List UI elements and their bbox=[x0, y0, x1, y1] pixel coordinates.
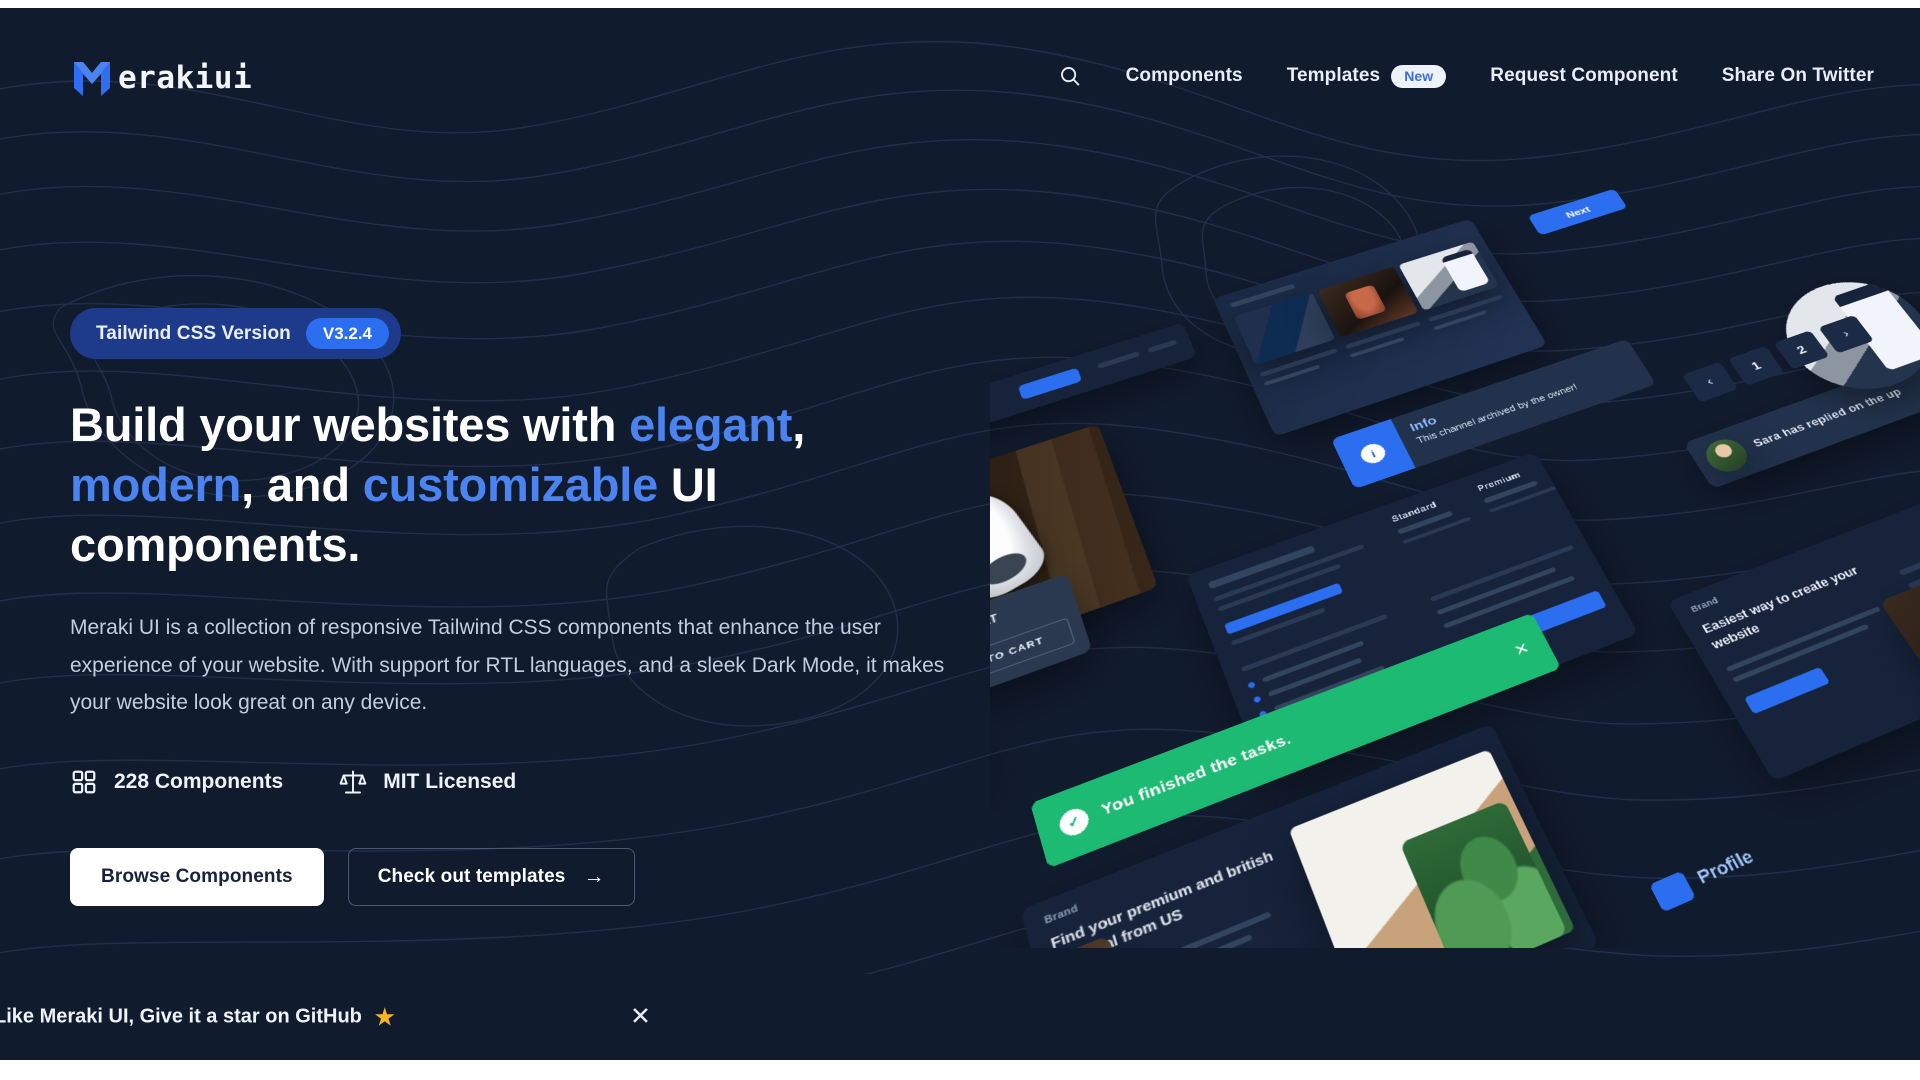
scales-balance-icon bbox=[339, 770, 367, 794]
grid-squares-icon bbox=[72, 770, 96, 793]
hero-cta-row: Browse Components Check out templates → bbox=[70, 847, 950, 906]
profile-label: Profile bbox=[1694, 847, 1757, 889]
product-photo bbox=[990, 480, 1055, 610]
nav-label-templates: Templates bbox=[1286, 65, 1381, 86]
version-badge-label: Tailwind CSS Version bbox=[96, 322, 291, 344]
info-circle-icon: i bbox=[1357, 440, 1389, 467]
github-banner-text: Like Meraki UI, Give it a star on GitHub bbox=[0, 1005, 362, 1028]
nav-badge-new: New bbox=[1391, 64, 1447, 88]
nav-item-components[interactable]: Components bbox=[1126, 65, 1243, 87]
nav-label-request-component: Request Component bbox=[1490, 65, 1678, 86]
github-star-banner: Like Meraki UI, Give it a star on GitHub… bbox=[0, 974, 1920, 1060]
headline-part-2: , bbox=[792, 398, 806, 451]
browse-components-button[interactable]: Browse Components bbox=[70, 847, 324, 906]
stat-components-label: 228 Components bbox=[114, 769, 284, 793]
hero-headline: Build your websites with elegant, modern… bbox=[70, 395, 930, 575]
nav-item-templates[interactable]: Templates New bbox=[1286, 64, 1447, 88]
arrow-right-icon: → bbox=[583, 865, 605, 889]
check-out-templates-label: Check out templates bbox=[377, 865, 566, 887]
nav-item-share-on-twitter[interactable]: Share On Twitter bbox=[1722, 65, 1874, 87]
star-icon: ★ bbox=[374, 1004, 395, 1029]
pagination-prev[interactable]: ‹ bbox=[1682, 361, 1739, 403]
version-badge-chip: V3.2.4 bbox=[305, 318, 390, 349]
component-showcase-collage: Next $129 NIKE REVOLT ADD TO CART i Info bbox=[990, 158, 1920, 948]
collage-plane: Next $129 NIKE REVOLT ADD TO CART i Info bbox=[990, 158, 1920, 948]
reply-notification-text: Sara has replied on the up bbox=[1750, 385, 1905, 450]
close-icon[interactable]: ✕ bbox=[630, 1004, 651, 1030]
stat-license-label: MIT Licensed bbox=[383, 769, 517, 793]
nav-links: Components Templates New Request Compone… bbox=[1058, 64, 1874, 88]
collage-website-card: Brand Easiest way to create your website bbox=[1667, 492, 1920, 782]
top-navigation: erakiui Components Templates New Request… bbox=[0, 8, 1920, 116]
website-card-heading: Easiest way to create your website bbox=[1699, 563, 1861, 652]
brand-logo[interactable]: erakiui bbox=[70, 58, 252, 98]
pagination-page-1[interactable]: 1 bbox=[1728, 345, 1785, 386]
headline-part-1: Build your websites with bbox=[70, 398, 630, 451]
nav-label-share-on-twitter: Share On Twitter bbox=[1721, 65, 1874, 86]
brand-name: erakiui bbox=[118, 60, 253, 96]
nav-label-components: Components bbox=[1125, 65, 1243, 86]
website-brand-label: Brand bbox=[1688, 595, 1721, 615]
github-banner-text-group: Like Meraki UI, Give it a star on GitHub… bbox=[0, 1006, 395, 1029]
reply-avatar bbox=[1699, 434, 1755, 477]
marketing-brand-label: Brand bbox=[1043, 902, 1080, 927]
profile-icon bbox=[1649, 870, 1697, 913]
stat-components: 228 Components bbox=[70, 768, 283, 796]
collage-pricing-card: Standard Premium bbox=[1186, 452, 1639, 780]
collage-next-button[interactable]: Next bbox=[1527, 188, 1628, 236]
headline-accent-modern: modern bbox=[70, 458, 242, 512]
nav-item-request-component[interactable]: Request Component bbox=[1490, 65, 1677, 87]
stat-license: MIT Licensed bbox=[339, 768, 516, 796]
search-icon[interactable] bbox=[1058, 64, 1082, 88]
headline-part-3: , and bbox=[241, 458, 363, 512]
collage-profile-chip[interactable]: Profile bbox=[1649, 843, 1760, 913]
meraki-m-logo-icon bbox=[74, 62, 110, 96]
marketing-heading: Find your premium and british material f… bbox=[1048, 847, 1276, 948]
hero-stats: 228 Components MIT Licensed bbox=[70, 768, 950, 796]
check-out-templates-button[interactable]: Check out templates → bbox=[347, 847, 635, 906]
headline-accent-elegant: elegant bbox=[629, 398, 793, 451]
success-toast-message: You finished the tasks. bbox=[1099, 730, 1294, 820]
hero-description: Meraki UI is a collection of responsive … bbox=[70, 616, 945, 715]
page-viewport: erakiui Components Templates New Request… bbox=[0, 8, 1920, 1060]
collage-next-label: Next bbox=[1563, 203, 1593, 220]
check-circle-icon: ✓ bbox=[1056, 804, 1092, 840]
marketing-product-photo bbox=[1288, 749, 1576, 948]
hero-content: Tailwind CSS Version V3.2.4 Build your w… bbox=[70, 308, 950, 906]
tailwind-version-badge[interactable]: Tailwind CSS Version V3.2.4 bbox=[70, 308, 402, 359]
headline-accent-customizable: customizable bbox=[362, 458, 659, 512]
